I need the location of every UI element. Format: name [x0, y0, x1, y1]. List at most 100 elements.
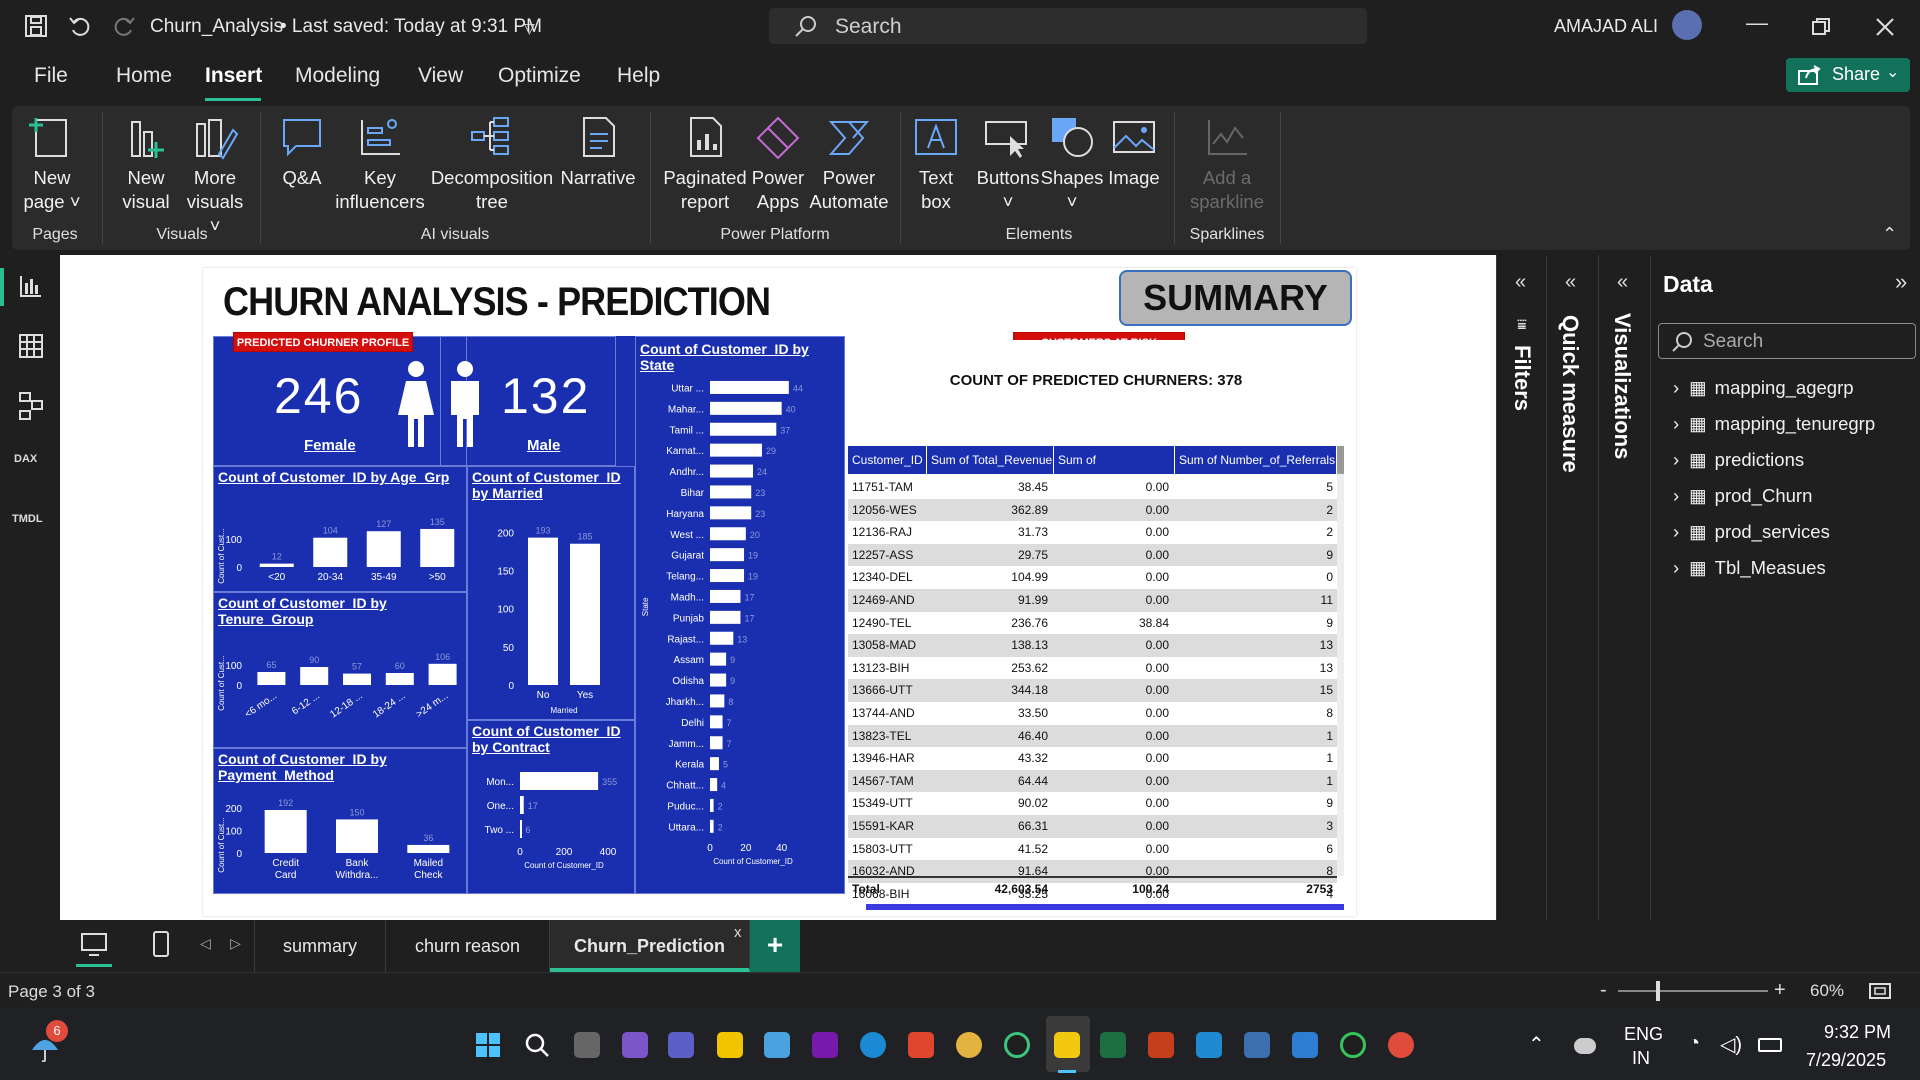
bar[interactable]: [710, 757, 719, 771]
bar[interactable]: [710, 589, 741, 603]
table-view-icon[interactable]: [18, 333, 44, 359]
taskbar-search-icon[interactable]: [524, 1032, 550, 1058]
bar[interactable]: [710, 819, 714, 833]
bar[interactable]: [710, 652, 727, 666]
chevron-right-icon[interactable]: ›: [1673, 413, 1679, 434]
menu-view[interactable]: View: [418, 64, 463, 88]
bar[interactable]: [710, 422, 777, 436]
table-row[interactable]: 13058-MAD 138.13 0.00 13: [848, 634, 1337, 657]
dax-query-icon[interactable]: DAX: [14, 453, 37, 465]
onedrive-icon[interactable]: [1574, 1038, 1596, 1054]
table-row[interactable]: 13946-HAR 43.32 0.00 1: [848, 747, 1337, 770]
spotify-icon[interactable]: [1004, 1032, 1030, 1058]
chevron-right-icon[interactable]: ›: [1673, 485, 1679, 506]
data-table-item[interactable]: › ▦ mapping_tenuregrp: [1673, 413, 1875, 435]
desktop-layout-icon[interactable]: [80, 932, 108, 958]
onenote-icon[interactable]: [812, 1032, 838, 1058]
bar[interactable]: [336, 819, 378, 853]
table-row[interactable]: 12257-ASS 29.75 0.00 9: [848, 543, 1337, 567]
column-header[interactable]: Customer_ID: [848, 446, 927, 474]
undo-icon[interactable]: [68, 14, 92, 38]
chevron-right-icon[interactable]: ›: [1673, 557, 1679, 578]
add-page-button[interactable]: +: [750, 920, 800, 972]
bar[interactable]: [570, 543, 600, 685]
narrative-button[interactable]: Narrative: [558, 114, 638, 190]
quick-measure-label[interactable]: Quick measure: [1557, 315, 1583, 473]
paginated-report-button[interactable]: Paginated report: [654, 114, 756, 214]
visualizations-pane[interactable]: « Visualizations: [1598, 255, 1650, 920]
table-row[interactable]: 13823-TEL 46.40 0.00 1: [848, 724, 1337, 748]
bar[interactable]: [710, 798, 714, 812]
file-explorer-icon[interactable]: [717, 1032, 743, 1058]
widgets-icon[interactable]: [622, 1032, 648, 1058]
buttons-button[interactable]: Buttons ˅: [968, 114, 1048, 214]
new-visual-button[interactable]: New visual: [116, 114, 176, 214]
quick-measure-pane[interactable]: « Quick measure: [1546, 255, 1598, 920]
qa-button[interactable]: Q&A: [274, 114, 330, 190]
avatar[interactable]: [1672, 10, 1702, 40]
scrollbar-thumb[interactable]: [1337, 446, 1344, 474]
restore-icon[interactable]: [1812, 18, 1830, 36]
collapse-ribbon-icon[interactable]: ⌃: [1882, 224, 1897, 245]
bar[interactable]: [259, 563, 294, 567]
bar[interactable]: [710, 380, 789, 394]
minimize-icon[interactable]: —: [1746, 10, 1768, 36]
table-row[interactable]: 12490-TEL 236.76 38.84 9: [848, 611, 1337, 635]
chevron-down-icon[interactable]: ▽: [524, 20, 535, 37]
edge-icon[interactable]: [860, 1032, 886, 1058]
bar[interactable]: [710, 443, 762, 457]
azure-data-studio-icon[interactable]: [1292, 1032, 1318, 1058]
report-view-icon[interactable]: [18, 273, 44, 299]
bar[interactable]: [385, 673, 414, 685]
zoom-slider-thumb[interactable]: [1656, 981, 1660, 1001]
bar[interactable]: [407, 844, 450, 853]
add-sparkline-button[interactable]: Add a sparkline: [1180, 114, 1274, 214]
bar[interactable]: [710, 715, 723, 729]
powerpoint-icon[interactable]: [1148, 1032, 1174, 1058]
task-view-icon[interactable]: [574, 1032, 600, 1058]
menu-file[interactable]: File: [34, 64, 68, 88]
expand-visualizations-icon[interactable]: «: [1617, 271, 1628, 294]
table-row[interactable]: 12056-WES 362.89 0.00 2: [848, 498, 1337, 522]
more-visuals-button[interactable]: More visuals ˅: [182, 114, 248, 238]
wifi-icon[interactable]: ◔: [1688, 1032, 1700, 1055]
decomposition-tree-button[interactable]: Decomposition tree: [424, 114, 560, 214]
table-row[interactable]: 12136-RAJ 31.73 0.00 2: [848, 521, 1337, 544]
column-header[interactable]: Sum of Total_Refunds: [1054, 446, 1175, 495]
menu-help[interactable]: Help: [617, 64, 660, 88]
next-page-icon[interactable]: ▷: [230, 935, 241, 952]
expand-filters-icon[interactable]: «: [1515, 271, 1526, 294]
visualizations-label[interactable]: Visualizations: [1609, 313, 1635, 459]
power-automate-button[interactable]: Power Automate: [806, 114, 892, 214]
filters-label[interactable]: Filters: [1509, 345, 1535, 411]
share-button[interactable]: Share ⌄: [1786, 58, 1910, 92]
text-box-button[interactable]: Text box: [908, 114, 964, 214]
menu-optimize[interactable]: Optimize: [498, 64, 581, 88]
postgres-icon[interactable]: [1244, 1032, 1270, 1058]
volume-icon[interactable]: ◁): [1720, 1032, 1742, 1057]
chevron-right-icon[interactable]: ›: [1673, 377, 1679, 398]
clock-date[interactable]: 7/29/2025: [1806, 1050, 1886, 1071]
table-row[interactable]: 13666-UTT 344.18 0.00 15: [848, 679, 1337, 702]
saved-status[interactable]: • Last saved: Today at 9:31 PM: [280, 16, 542, 38]
menu-modeling[interactable]: Modeling: [295, 64, 380, 88]
tmdl-view-icon[interactable]: TMDL: [12, 513, 43, 525]
table-row[interactable]: 15591-KAR 66.31 0.00 3: [848, 815, 1337, 838]
bar[interactable]: [710, 506, 752, 520]
bar[interactable]: [343, 673, 371, 685]
table-row[interactable]: 15349-UTT 90.02 0.00 9: [848, 792, 1337, 815]
excel-icon[interactable]: [1100, 1032, 1126, 1058]
data-table-item[interactable]: › ▦ prod_Churn: [1673, 485, 1812, 507]
bar[interactable]: [710, 569, 745, 583]
data-table-item[interactable]: › ▦ prod_services: [1673, 521, 1830, 543]
teams-icon[interactable]: [668, 1032, 694, 1058]
data-search-input[interactable]: Search: [1658, 323, 1916, 359]
language-line1[interactable]: ENG: [1624, 1024, 1663, 1045]
table-row[interactable]: 13744-AND 33.50 0.00 8: [848, 702, 1337, 725]
power-apps-button[interactable]: Power Apps: [750, 114, 806, 214]
bar[interactable]: [300, 667, 329, 685]
collapse-data-pane-icon[interactable]: »: [1895, 269, 1907, 295]
key-influencers-button[interactable]: Key influencers: [330, 114, 430, 214]
bar[interactable]: [257, 672, 286, 685]
bar[interactable]: [710, 736, 723, 750]
